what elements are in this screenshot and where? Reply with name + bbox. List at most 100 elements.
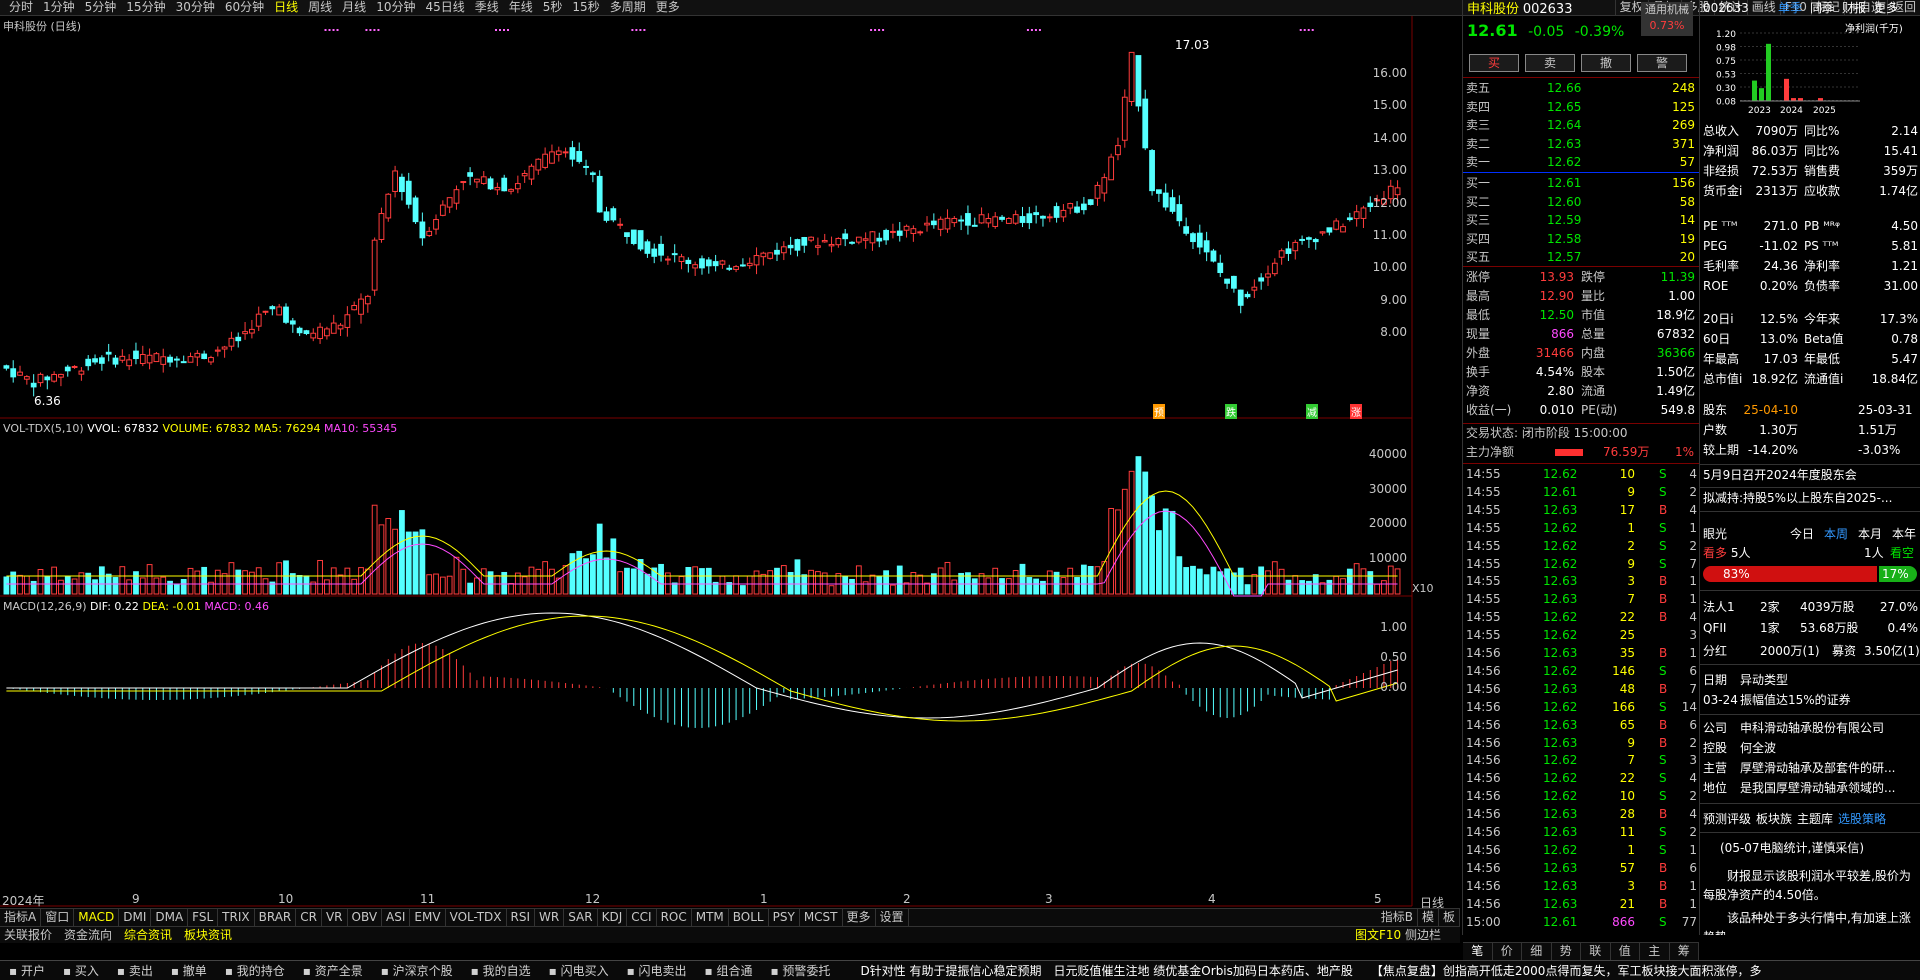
news-item-1[interactable]: 5月9日召开2024年度股东会 [1703, 468, 1857, 482]
quote-tab[interactable]: 筹 [1670, 943, 1699, 960]
indicator-b-tab[interactable]: 指标B [1377, 909, 1418, 926]
indicator-tab[interactable]: MCST [800, 909, 843, 926]
period-tab[interactable]: 15分钟 [121, 0, 170, 15]
ask-row[interactable]: 卖四 12.65 125 [1463, 99, 1699, 116]
kline-chart[interactable] [0, 16, 1460, 911]
trade-button[interactable]: 撤 [1581, 54, 1631, 72]
f10-tab[interactable]: 单季 [1778, 0, 1802, 17]
indicator-tab[interactable]: 指标A [0, 909, 42, 926]
taskbar-button[interactable]: ▪ 开户 [0, 962, 54, 979]
view-tab[interactable]: 本月 [1858, 526, 1882, 543]
period-tab[interactable]: 5分钟 [80, 0, 122, 15]
indicator-tab[interactable]: ROC [657, 909, 692, 926]
indicator-tab[interactable]: BRAR [255, 909, 297, 926]
info-tab[interactable]: 资金流向 [64, 927, 112, 943]
indicator-tab[interactable]: 窗口 [41, 909, 75, 926]
news-ticker-2[interactable]: 【焦点复盘】创指高开低走2000点得而复失，军工板块接大面积涨停，多 [1362, 962, 1771, 979]
taskbar-button[interactable]: ▪ 撤单 [162, 962, 216, 979]
template-tab[interactable]: 模 [1418, 909, 1439, 926]
trade-button[interactable]: 卖 [1525, 54, 1575, 72]
info-tab[interactable]: 板块资讯 [184, 927, 232, 943]
period-tab[interactable]: 30分钟 [171, 0, 220, 15]
info-tab[interactable]: 关联报价 [4, 927, 52, 943]
indicator-tab[interactable]: BOLL [729, 909, 769, 926]
taskbar-button[interactable]: ▪ 卖出 [108, 962, 162, 979]
f10-link[interactable]: 选股策略 [1838, 810, 1886, 827]
quote-tab[interactable]: 势 [1552, 943, 1581, 960]
period-tab[interactable]: 多周期 [605, 0, 651, 15]
f10-tab[interactable]: 同季 [1810, 0, 1834, 17]
indicator-tab[interactable]: CCI [627, 909, 657, 926]
taskbar-button[interactable]: ▪ 组合通 [696, 962, 762, 979]
bid-row[interactable]: 买三 12.59 14 [1463, 212, 1699, 229]
bid-row[interactable]: 买四 12.58 19 [1463, 231, 1699, 248]
indicator-tab[interactable]: CR [296, 909, 322, 926]
quote-tab[interactable]: 笔 [1463, 943, 1493, 960]
taskbar-button[interactable]: ▪ 我的自选 [462, 962, 540, 979]
indicator-tab[interactable]: FSL [188, 909, 219, 926]
taskbar-button[interactable]: ▪ 买入 [54, 962, 108, 979]
bid-row[interactable]: 买二 12.60 58 [1463, 194, 1699, 211]
taskbar-button[interactable]: ▪ 预警委托 [761, 962, 839, 979]
event-marker[interactable]: 跌 [1225, 404, 1237, 419]
quote-tab[interactable]: 细 [1522, 943, 1552, 960]
f10-link[interactable]: 图文F10 [1355, 928, 1401, 942]
indicator-tab[interactable]: SAR [564, 909, 598, 926]
indicator-tab[interactable]: TRIX [218, 909, 255, 926]
ask-row[interactable]: 卖三 12.64 269 [1463, 117, 1699, 134]
indicator-tab[interactable]: MACD [74, 909, 120, 926]
period-tab[interactable]: 年线 [504, 0, 538, 15]
indicator-tab[interactable]: ASI [382, 909, 411, 926]
period-tab[interactable]: 5秒 [538, 0, 568, 15]
period-tab[interactable]: 日线 [269, 0, 303, 15]
indicator-tab[interactable]: WR [535, 909, 565, 926]
quote-tab[interactable]: 值 [1611, 943, 1640, 960]
taskbar-button[interactable]: ▪ 闪电买入 [540, 962, 618, 979]
news-ticker[interactable]: D针对性 有助于提振信心稳定预期 日元贬值催生注地 绩优基金Orbis加码日本药… [851, 962, 1361, 979]
period-tab[interactable]: 月线 [337, 0, 371, 15]
quote-tab[interactable]: 联 [1581, 943, 1611, 960]
quote-tab[interactable]: 主 [1640, 943, 1670, 960]
taskbar-button[interactable]: ▪ 资产全景 [294, 962, 372, 979]
indicator-tab[interactable]: VR [322, 909, 348, 926]
quote-tab[interactable]: 价 [1493, 943, 1522, 960]
info-tab[interactable]: 综合资讯 [124, 927, 172, 943]
f10-link[interactable]: 主题库 [1797, 810, 1833, 827]
f10-link[interactable]: 板块族 [1756, 810, 1792, 827]
period-tab[interactable]: 60分钟 [220, 0, 269, 15]
period-tab[interactable]: 15秒 [567, 0, 604, 15]
indicator-tab[interactable]: 设置 [876, 909, 909, 926]
period-tab[interactable]: 季线 [470, 0, 504, 15]
view-tab[interactable]: 本年 [1892, 526, 1916, 543]
period-tab[interactable]: 更多 [651, 0, 685, 15]
event-marker[interactable]: 预 [1153, 404, 1165, 419]
indicator-tab[interactable]: EMV [410, 909, 446, 926]
period-tab[interactable]: 周线 [303, 0, 337, 15]
event-marker[interactable]: 涨 [1350, 404, 1362, 419]
indicator-tab[interactable]: DMA [151, 909, 189, 926]
ask-row[interactable]: 卖五 12.66 248 [1463, 80, 1699, 97]
trade-button[interactable]: 警 [1637, 54, 1687, 72]
bid-row[interactable]: 买一 12.61 156 [1463, 175, 1699, 192]
taskbar-button[interactable]: ▪ 沪深京个股 [372, 962, 462, 979]
event-marker[interactable]: 减 [1306, 404, 1318, 419]
ask-row[interactable]: 卖一 12.62 57 [1463, 154, 1699, 171]
indicator-tab[interactable]: MTM [692, 909, 729, 926]
indicator-tab[interactable]: DMI [119, 909, 152, 926]
indicator-tab[interactable]: 更多 [843, 909, 876, 926]
view-tab[interactable]: 今日 [1790, 526, 1814, 543]
sidebar-toggle[interactable]: 侧边栏 [1405, 928, 1441, 942]
ask-row[interactable]: 卖二 12.63 371 [1463, 136, 1699, 153]
indicator-tab[interactable]: VOL-TDX [446, 909, 507, 926]
bid-row[interactable]: 买五 12.57 20 [1463, 249, 1699, 266]
indicator-tab[interactable]: PSY [769, 909, 800, 926]
kline-chart-area[interactable]: 申科股份 (日线) 17.03 6.36 VOL-TDX(5,10) VVOL:… [0, 16, 1460, 911]
f10-link[interactable]: 预测评级 [1703, 810, 1751, 827]
board-tab[interactable]: 板 [1439, 909, 1460, 926]
f10-tab[interactable]: 财报 [1842, 0, 1866, 17]
period-tab[interactable]: 10分钟 [371, 0, 420, 15]
news-item-2[interactable]: 拟减持:持股5%以上股东自2025-... [1703, 491, 1892, 505]
period-tab[interactable]: 45日线 [420, 0, 469, 15]
period-tab[interactable]: 分时 [4, 0, 38, 15]
indicator-tab[interactable]: RSI [507, 909, 536, 926]
